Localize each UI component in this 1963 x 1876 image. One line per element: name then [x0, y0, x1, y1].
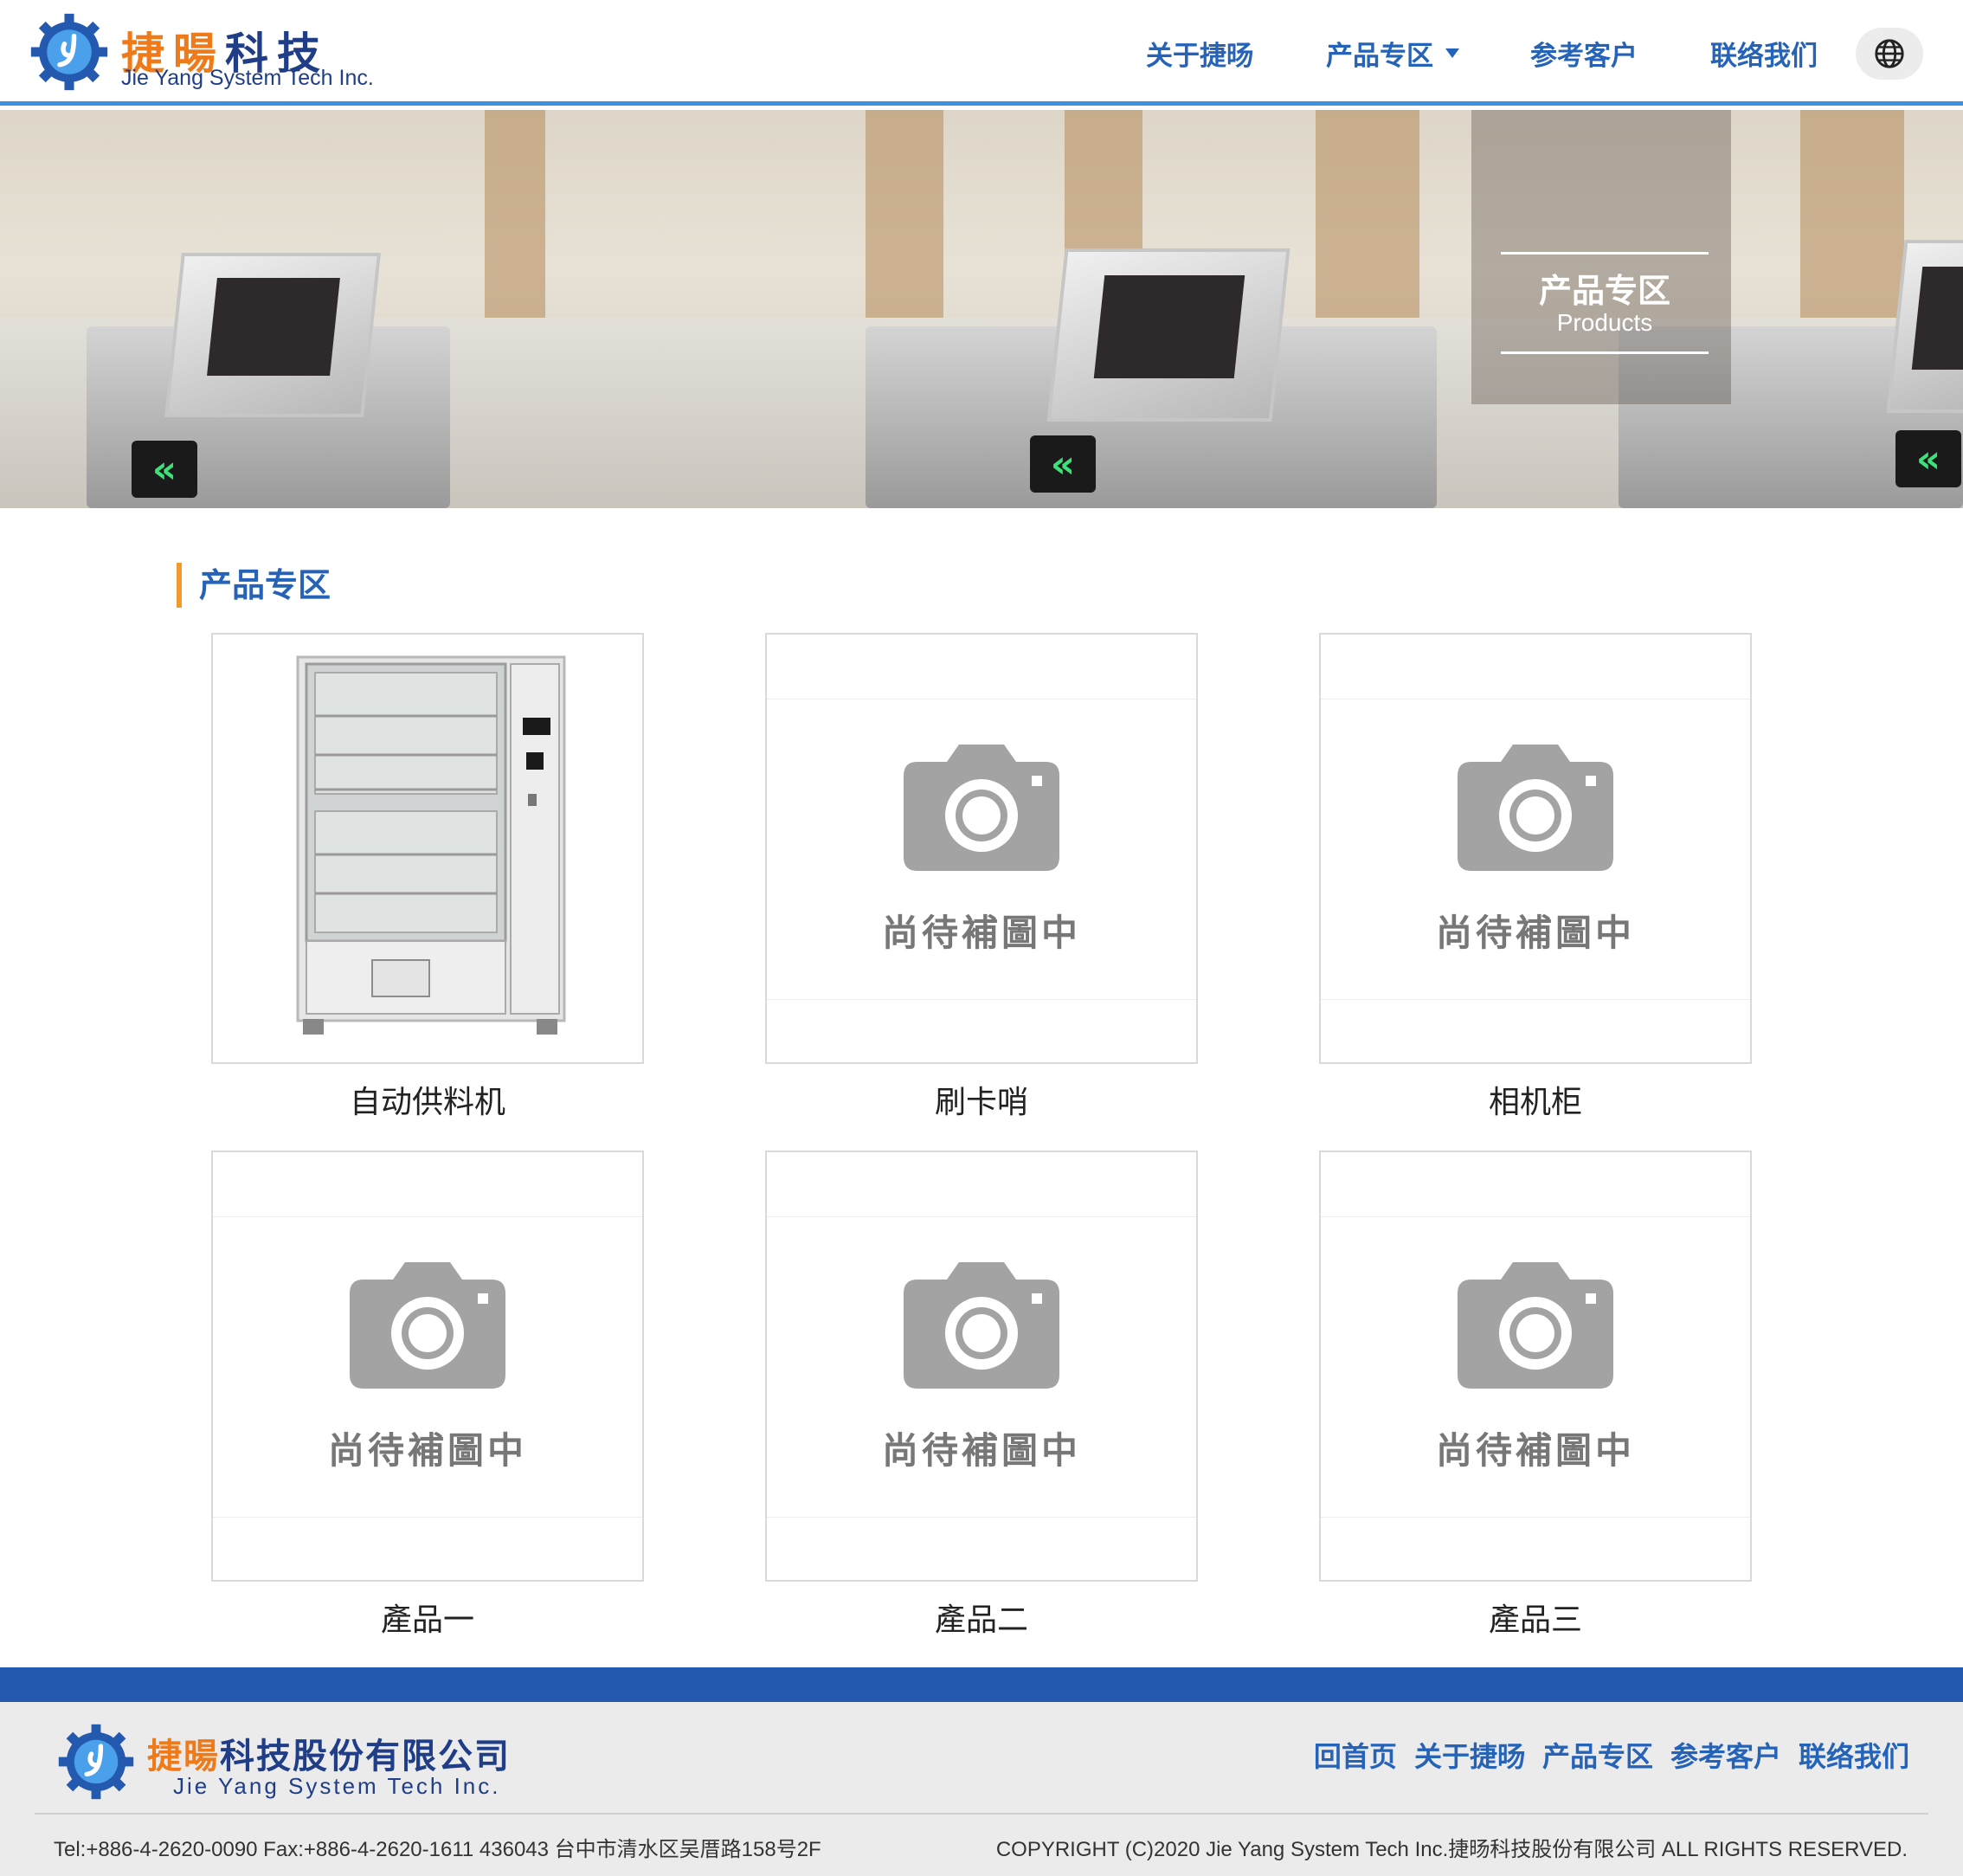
- product-name[interactable]: 產品二: [765, 1595, 1198, 1640]
- footer-link-about[interactable]: 关于捷旸: [1414, 1735, 1525, 1775]
- camera-icon: [350, 1262, 505, 1389]
- product-name[interactable]: 自动供料机: [211, 1077, 644, 1122]
- footer-nav: 回首页 关于捷旸 产品专区 参考客户 联络我们: [1314, 1735, 1909, 1775]
- banner-line-bottom: [1501, 351, 1709, 354]
- kiosk-screen: [164, 253, 381, 417]
- section-title: 产品专区: [177, 563, 331, 608]
- green-arrow-indicator: «: [1895, 430, 1961, 487]
- footer-contact-info: Tel:+886-4-2620-0090 Fax:+886-4-2620-161…: [54, 1838, 821, 1861]
- placeholder-text: 尚待補圖中: [1435, 912, 1635, 954]
- footer-copyright: COPYRIGHT (C)2020 Jie Yang System Tech I…: [995, 1838, 1908, 1861]
- product-card-placeholder[interactable]: 尚待補圖中: [1319, 633, 1752, 1064]
- caret-down-icon: [1445, 48, 1459, 58]
- globe-icon: [1875, 39, 1904, 68]
- product-card-placeholder[interactable]: 尚待補圖中: [765, 1151, 1198, 1582]
- placeholder-text: 尚待補圖中: [881, 1429, 1081, 1472]
- product-name[interactable]: 產品一: [211, 1595, 644, 1640]
- footer-company-english: Jie Yang System Tech Inc.: [173, 1773, 501, 1799]
- gear-logo-icon: [30, 13, 108, 91]
- vending-machine-image: [296, 655, 566, 1035]
- placeholder-text: 尚待補圖中: [327, 1429, 527, 1472]
- placeholder-area: 尚待補圖中: [1321, 699, 1750, 1000]
- site-footer: 捷暘科技股份有限公司 Jie Yang System Tech Inc. 回首页…: [0, 1702, 1963, 1876]
- footer-accent-bar: [0, 1667, 1963, 1702]
- footer-link-products[interactable]: 产品专区: [1542, 1735, 1653, 1775]
- nav-about[interactable]: 关于捷旸: [1146, 31, 1253, 74]
- placeholder-area: 尚待補圖中: [213, 1216, 642, 1518]
- product-card-placeholder[interactable]: 尚待補圖中: [765, 633, 1198, 1064]
- footer-link-home[interactable]: 回首页: [1314, 1735, 1397, 1775]
- product-card-image[interactable]: [211, 633, 644, 1064]
- camera-icon: [904, 1262, 1059, 1389]
- placeholder-text: 尚待補圖中: [1435, 1429, 1635, 1472]
- banner-title: 产品专区 Products: [1501, 252, 1709, 356]
- logo-english-name: Jie Yang System Tech Inc.: [121, 66, 374, 90]
- banner-title-chinese: 产品专区: [1538, 272, 1670, 310]
- placeholder-area: 尚待補圖中: [767, 1216, 1196, 1518]
- product-name[interactable]: 刷卡哨: [765, 1077, 1198, 1122]
- footer-link-clients[interactable]: 参考客户: [1670, 1735, 1781, 1775]
- gear-logo-icon: [58, 1724, 134, 1800]
- footer-divider: [35, 1813, 1928, 1815]
- kiosk-screen: [1046, 248, 1290, 422]
- placeholder-area: 尚待補圖中: [1321, 1216, 1750, 1518]
- site-logo[interactable]: 捷暘科技 Jie Yang System Tech Inc.: [29, 12, 393, 95]
- placeholder-area: 尚待補圖中: [767, 699, 1196, 1000]
- footer-company-name: 捷暘科技股份有限公司: [147, 1737, 511, 1776]
- site-header: 捷暘科技 Jie Yang System Tech Inc. 关于捷旸 产品专区…: [0, 0, 1963, 106]
- placeholder-text: 尚待補圖中: [881, 912, 1081, 954]
- product-name[interactable]: 產品三: [1319, 1595, 1752, 1640]
- camera-icon: [1458, 745, 1613, 871]
- footer-link-contact[interactable]: 联络我们: [1799, 1735, 1909, 1775]
- camera-icon: [904, 745, 1059, 871]
- nav-products[interactable]: 产品专区: [1326, 31, 1459, 74]
- camera-icon: [1458, 1262, 1613, 1389]
- banner-line-top: [1501, 252, 1709, 255]
- hero-banner: « « « 产品专区 Products: [0, 110, 1963, 508]
- banner-title-english: Products: [1556, 309, 1653, 336]
- language-button[interactable]: [1856, 28, 1923, 80]
- nav-products-label: 产品专区: [1326, 40, 1433, 72]
- product-card-placeholder[interactable]: 尚待補圖中: [1319, 1151, 1752, 1582]
- product-name[interactable]: 相机柜: [1319, 1077, 1752, 1122]
- product-card-placeholder[interactable]: 尚待補圖中: [211, 1151, 644, 1582]
- green-arrow-indicator: «: [1030, 435, 1096, 493]
- nav-contact[interactable]: 联络我们: [1710, 31, 1818, 74]
- green-arrow-indicator: «: [132, 441, 197, 498]
- nav-clients[interactable]: 参考客户: [1530, 31, 1638, 74]
